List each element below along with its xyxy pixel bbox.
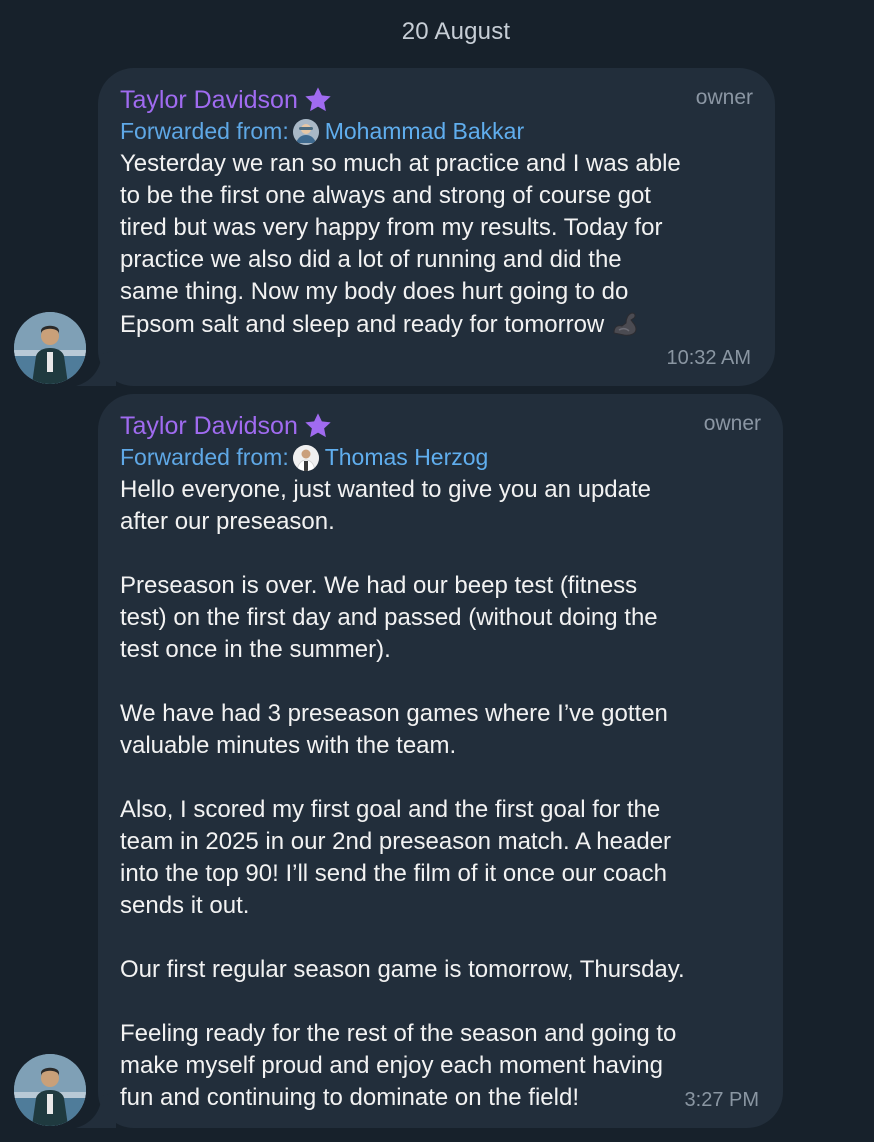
sender-avatar[interactable]	[14, 312, 86, 384]
message-bubble[interactable]: Taylor Davidson owner Forwarded from: Th…	[76, 394, 783, 1128]
person-icon	[292, 118, 319, 145]
forwarded-from[interactable]: Forwarded from: Thomas Herzog	[120, 444, 488, 471]
profile-photo-icon	[14, 1054, 86, 1126]
person-icon	[292, 444, 319, 471]
sender-name-text[interactable]: Taylor Davidson	[120, 412, 298, 441]
sender-name[interactable]: Taylor Davidson	[120, 84, 334, 116]
sender-name-text[interactable]: Taylor Davidson	[120, 86, 298, 115]
sender-avatar[interactable]	[14, 1054, 86, 1126]
forwarded-label: Forwarded from:	[120, 118, 289, 144]
message-text: Hello everyone, just wanted to give you …	[120, 476, 685, 1111]
star-badge-icon	[305, 413, 331, 438]
profile-photo-icon	[14, 312, 86, 384]
message-bubble[interactable]: Taylor Davidson owner Forwarded from: Mo…	[76, 68, 775, 386]
forwarded-name[interactable]: Thomas Herzog	[325, 444, 489, 471]
forwarded-from[interactable]: Forwarded from: Mohammad Bakkar	[120, 118, 524, 145]
message-time: 3:27 PM	[684, 1089, 759, 1111]
forwarded-name[interactable]: Mohammad Bakkar	[325, 118, 524, 145]
role-badge: owner	[703, 412, 761, 435]
star-badge-icon	[305, 87, 331, 112]
flexed-biceps-icon	[613, 312, 637, 336]
message-text: Yesterday we ran so much at practice and…	[120, 150, 681, 338]
message-time: 10:32 AM	[666, 347, 751, 369]
role-badge: owner	[695, 86, 753, 109]
forwarded-avatar[interactable]	[292, 118, 319, 145]
forwarded-label: Forwarded from:	[120, 444, 289, 470]
forwarded-avatar[interactable]	[292, 444, 319, 471]
date-separator: 20 August	[401, 18, 511, 45]
sender-name[interactable]: Taylor Davidson	[120, 410, 334, 442]
